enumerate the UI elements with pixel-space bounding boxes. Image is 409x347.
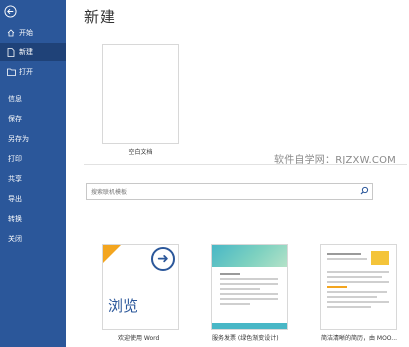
sidebar-item-label: 打印	[8, 155, 22, 163]
arrow-right-icon: ➜	[151, 247, 175, 271]
sidebar-item-info[interactable]: 信息	[0, 90, 74, 108]
sidebar-item-label: 关闭	[8, 235, 22, 243]
sidebar-item-label: 另存为	[8, 135, 29, 143]
sidebar-item-new[interactable]: 新建	[0, 43, 66, 61]
sidebar-item-open[interactable]: 打开	[0, 63, 66, 81]
sidebar-item-transform[interactable]: 转换	[0, 210, 74, 228]
back-arrow-icon[interactable]	[4, 5, 17, 18]
sidebar-item-save[interactable]: 保存	[0, 110, 74, 128]
resume-body-lines	[327, 271, 389, 311]
new-document-icon	[5, 47, 17, 57]
teal-gradient-header	[212, 245, 287, 267]
template-label: 简洁清晰的简历，由 MOO...	[321, 335, 398, 342]
template-search-input[interactable]: 搜索联机模板	[86, 183, 373, 200]
sidebar-item-label: 导出	[8, 195, 22, 203]
template-label: 欢迎使用 Word	[118, 335, 160, 342]
page-title: 新建	[84, 8, 117, 26]
sidebar-item-export[interactable]: 导出	[0, 190, 74, 208]
sidebar-item-label: 打开	[19, 68, 33, 76]
home-icon	[5, 29, 17, 37]
sidebar-item-close[interactable]: 关闭	[0, 230, 74, 248]
orange-corner-decoration	[103, 245, 121, 263]
resume-header-lines	[327, 253, 367, 263]
search-placeholder: 搜索联机模板	[91, 189, 128, 196]
template-resume[interactable]	[320, 244, 397, 330]
backstage-sidebar: 开始 新建 打开 信息 保存 另存为 打印 共享 导出 转换 关闭	[0, 0, 66, 347]
sidebar-item-print[interactable]: 打印	[0, 150, 74, 168]
search-icon[interactable]	[360, 186, 369, 195]
template-service-invoice[interactable]	[211, 244, 288, 330]
sidebar-item-save-as[interactable]: 另存为	[0, 130, 74, 148]
sidebar-item-label: 新建	[19, 48, 33, 56]
sidebar-item-label: 共享	[8, 175, 22, 183]
blank-document-template[interactable]	[102, 44, 179, 144]
sidebar-item-label: 信息	[8, 95, 22, 103]
sidebar-item-label: 开始	[19, 29, 33, 37]
sidebar-item-share[interactable]: 共享	[0, 170, 74, 188]
resume-photo-placeholder	[371, 251, 389, 265]
template-welcome-word[interactable]: ➜ 浏览	[102, 244, 179, 330]
folder-icon	[5, 68, 17, 76]
template-label: 服务发票 (绿色渐变设计)	[212, 335, 279, 342]
section-divider	[84, 164, 407, 165]
teal-footer	[212, 323, 287, 329]
sidebar-item-label: 转换	[8, 215, 22, 223]
sidebar-item-home[interactable]: 开始	[0, 24, 66, 42]
sidebar-item-label: 保存	[8, 115, 22, 123]
template-thumb-text: 浏览	[108, 297, 139, 315]
blank-document-label: 空白文档	[128, 149, 153, 156]
invoice-lines	[220, 273, 278, 308]
